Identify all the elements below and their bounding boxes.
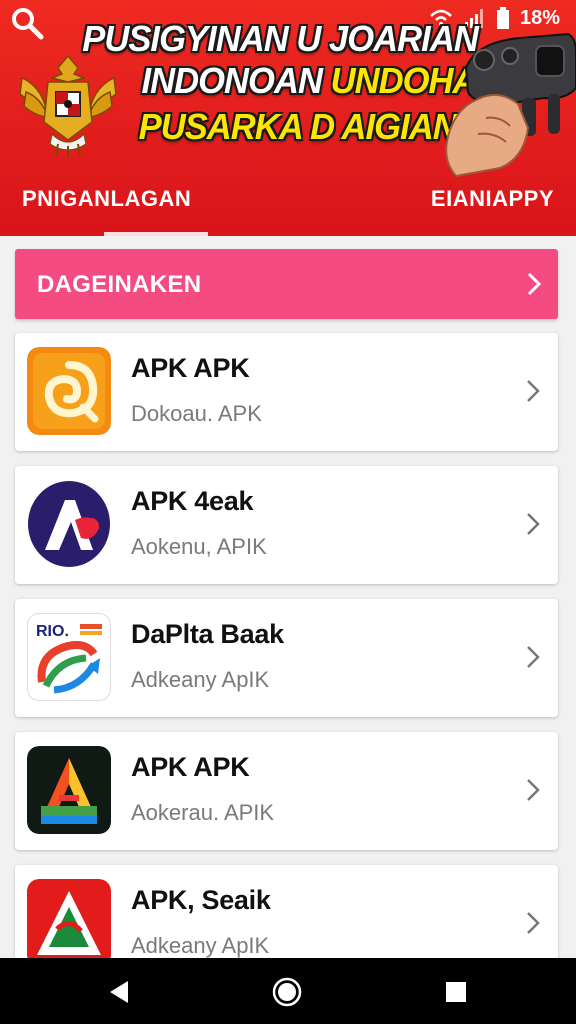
list-item[interactable]: APK APK Dokoau. APK: [15, 333, 558, 451]
tab-indicator: [104, 232, 208, 236]
banner-line-1: PUSIGYINAN U JOARIAN: [82, 18, 479, 59]
tab-right[interactable]: EIANIAPPY: [431, 186, 554, 212]
system-nav-bar: [0, 958, 576, 1024]
banner-line-2-white: INDONOAN: [141, 60, 322, 101]
colorful-swirl-icon: RIO.: [27, 613, 111, 701]
chevron-right-icon: [527, 513, 540, 535]
chevron-right-icon: [527, 380, 540, 402]
red-triangle-icon: [27, 879, 111, 967]
list-item[interactable]: APK APK Aokerau. APIK: [15, 732, 558, 850]
home-icon[interactable]: [271, 976, 303, 1008]
banner-line-3: PUSARKA D AIGIAN: [138, 106, 458, 147]
app-title: APK APK: [131, 752, 250, 782]
orange-spiral-icon: [27, 347, 111, 435]
recent-apps-icon[interactable]: [440, 976, 472, 1008]
chevron-right-icon: [527, 779, 540, 801]
tab-left[interactable]: PNIGANLAGAN: [22, 186, 191, 212]
back-icon[interactable]: [104, 976, 136, 1008]
app-subtitle: Aokerau. APIK: [131, 800, 275, 825]
list-item[interactable]: APK 4eak Aokenu, APIK: [15, 466, 558, 584]
app-title: APK, Seaik: [131, 885, 271, 915]
header-banner: 18% PUSIGYINAN U JOARIAN INDONOAN UNDOHA…: [0, 0, 576, 236]
app-title: DaPlta Baak: [131, 619, 284, 649]
list-item[interactable]: RIO. DaPlta Baak Adkeany ApIK: [15, 599, 558, 717]
chevron-right-icon: [527, 646, 540, 668]
chevron-right-icon: [527, 912, 540, 934]
app-subtitle: Dokoau. APK: [131, 401, 262, 426]
chevron-right-icon: [527, 272, 542, 296]
app-title: APK APK: [131, 353, 250, 383]
tab-bar: PNIGANLAGAN EIANIAPPY: [0, 176, 576, 236]
app-subtitle: Adkeany ApIK: [131, 667, 270, 692]
rainbow-triangle-icon: [27, 746, 111, 834]
app-title: APK 4eak: [131, 486, 254, 516]
banner-headline: PUSIGYINAN U JOARIAN INDONOAN UNDOHAN PU…: [64, 18, 501, 178]
search-icon[interactable]: [10, 6, 44, 40]
letter-a-red-icon: [27, 480, 111, 568]
game-controller-hand-icon: [445, 32, 576, 178]
category-bar[interactable]: DAGEINAKEN: [15, 249, 558, 319]
app-subtitle: Adkeany ApIK: [131, 933, 270, 958]
app-icon-badge-text: RIO.: [36, 623, 69, 640]
app-subtitle: Aokenu, APIK: [131, 534, 267, 559]
category-bar-label: DAGEINAKEN: [37, 271, 202, 298]
